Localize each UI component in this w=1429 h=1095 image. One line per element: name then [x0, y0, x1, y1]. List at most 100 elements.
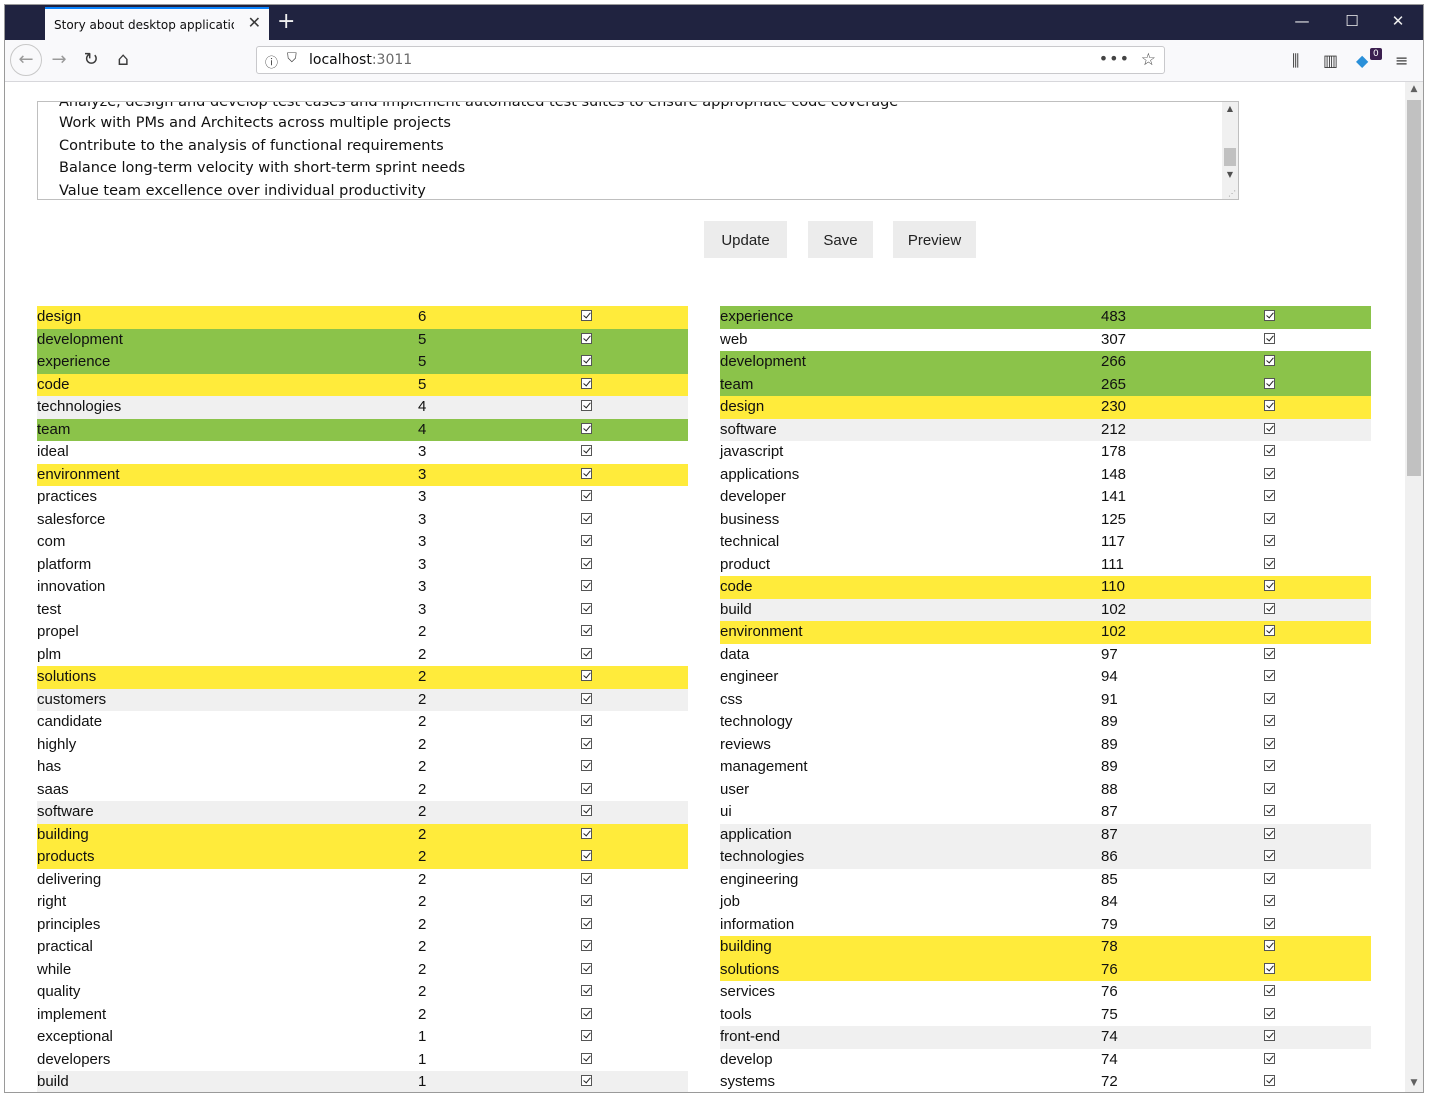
keyword-checkbox[interactable]	[1264, 692, 1275, 704]
keyword-checkbox[interactable]	[581, 445, 592, 456]
keyword-checkbox[interactable]	[1264, 985, 1275, 996]
keyword-checkbox[interactable]	[1264, 557, 1275, 569]
maximize-icon[interactable]: ☐	[1337, 11, 1367, 31]
keyword-checkbox[interactable]	[581, 760, 592, 771]
keyword-checkbox[interactable]	[581, 670, 592, 681]
keyword-checkbox[interactable]	[581, 355, 592, 366]
extension-icon[interactable]: ◆	[1356, 51, 1368, 70]
forward-icon[interactable]: →	[45, 46, 73, 74]
keyword-checkbox[interactable]	[581, 715, 592, 726]
keyword-checkbox[interactable]	[1264, 850, 1275, 861]
keyword-checkbox[interactable]	[1264, 422, 1275, 434]
keyword-checkbox[interactable]	[581, 692, 592, 704]
keyword-checkbox[interactable]	[581, 805, 592, 816]
info-icon[interactable]: ⓘ	[265, 52, 278, 71]
keyword-checkbox[interactable]	[1264, 940, 1275, 951]
keyword-checkbox[interactable]	[1264, 400, 1275, 411]
library-icon[interactable]: ⫼	[1292, 51, 1299, 71]
keyword-checkbox[interactable]	[1264, 625, 1275, 636]
keyword-checkbox[interactable]	[1264, 1030, 1275, 1041]
keyword-checkbox[interactable]	[1264, 602, 1275, 614]
keyword-checkbox[interactable]	[581, 400, 592, 411]
scroll-up-icon[interactable]: ▲	[1222, 104, 1238, 113]
keyword-checkbox[interactable]	[581, 490, 592, 501]
keyword-checkbox[interactable]	[581, 422, 592, 434]
page-scroll-thumb[interactable]	[1407, 100, 1421, 476]
keyword-checkbox[interactable]	[581, 512, 592, 524]
minimize-icon[interactable]: —	[1287, 11, 1317, 31]
keyword-checkbox[interactable]	[1264, 445, 1275, 456]
new-tab-icon[interactable]: +	[277, 9, 295, 35]
keyword-checkbox[interactable]	[1264, 467, 1275, 479]
keyword-checkbox[interactable]	[581, 377, 592, 389]
home-icon[interactable]: ⌂	[109, 46, 137, 74]
keyword-checkbox[interactable]	[1264, 535, 1275, 546]
back-icon[interactable]: ←	[10, 44, 42, 76]
page-actions-icon[interactable]: •••	[1099, 49, 1130, 68]
keyword-checkbox[interactable]	[1264, 647, 1275, 659]
url-text[interactable]: localhost:3011	[309, 52, 412, 68]
keyword-checkbox[interactable]	[581, 557, 592, 569]
keyword-checkbox[interactable]	[1264, 332, 1275, 344]
keyword-checkbox[interactable]	[581, 467, 592, 479]
keyword-checkbox[interactable]	[581, 535, 592, 546]
keyword-checkbox[interactable]	[581, 737, 592, 749]
textarea-scroll-thumb[interactable]	[1224, 148, 1236, 166]
keyword-checkbox[interactable]	[1264, 580, 1275, 591]
keyword-checkbox[interactable]	[581, 580, 592, 591]
tab-close-icon[interactable]: ✕	[248, 14, 261, 32]
keyword-checkbox[interactable]	[581, 310, 592, 321]
keyword-checkbox[interactable]	[581, 625, 592, 636]
keyword-checkbox[interactable]	[1264, 760, 1275, 771]
keyword-checkbox[interactable]	[581, 827, 592, 839]
keyword-checkbox[interactable]	[1264, 310, 1275, 321]
keyword-checkbox[interactable]	[1264, 1007, 1275, 1019]
keyword-checkbox[interactable]	[581, 647, 592, 659]
keyword-checkbox[interactable]	[581, 962, 592, 974]
keyword-checkbox[interactable]	[581, 850, 592, 861]
sidebar-icon[interactable]: ▥	[1323, 51, 1338, 70]
keyword-checkbox[interactable]	[581, 1030, 592, 1041]
keyword-checkbox[interactable]	[581, 985, 592, 996]
keyword-checkbox[interactable]	[581, 895, 592, 906]
keyword-checkbox[interactable]	[1264, 1075, 1275, 1086]
update-button[interactable]: Update	[704, 221, 787, 258]
keyword-checkbox[interactable]	[581, 872, 592, 884]
preview-button[interactable]: Preview	[893, 221, 976, 258]
keyword-checkbox[interactable]	[1264, 715, 1275, 726]
page-scroll-down-icon[interactable]: ▼	[1405, 1078, 1423, 1088]
keyword-checkbox[interactable]	[581, 940, 592, 951]
keyword-checkbox[interactable]	[581, 602, 592, 614]
keyword-checkbox[interactable]	[1264, 670, 1275, 681]
page-scroll-up-icon[interactable]: ▲	[1405, 84, 1423, 94]
textarea-scrollbar[interactable]: ▲ ▼	[1222, 102, 1238, 199]
menu-icon[interactable]: ≡	[1395, 51, 1408, 70]
keyword-checkbox[interactable]	[1264, 805, 1275, 816]
resize-grip-icon[interactable]: ⋰	[1228, 189, 1236, 198]
close-window-icon[interactable]: ✕	[1383, 11, 1413, 31]
url-bar[interactable]: ⓘ ⛉ localhost:3011 ••• ☆	[256, 46, 1165, 74]
keyword-checkbox[interactable]	[581, 917, 592, 929]
page-scrollbar[interactable]: ▲ ▼	[1405, 82, 1423, 1092]
keyword-checkbox[interactable]	[581, 332, 592, 344]
keyword-checkbox[interactable]	[1264, 827, 1275, 839]
keyword-checkbox[interactable]	[1264, 917, 1275, 929]
keyword-checkbox[interactable]	[1264, 377, 1275, 389]
keyword-checkbox[interactable]	[581, 1075, 592, 1086]
responsibilities-textarea[interactable]: Analyze, design and develop test cases a…	[37, 101, 1239, 200]
bookmark-star-icon[interactable]: ☆	[1141, 50, 1156, 70]
keyword-checkbox[interactable]	[1264, 895, 1275, 906]
keyword-checkbox[interactable]	[1264, 355, 1275, 366]
scroll-down-icon[interactable]: ▼	[1222, 170, 1238, 179]
keyword-checkbox[interactable]	[1264, 1052, 1275, 1064]
keyword-checkbox[interactable]	[1264, 782, 1275, 794]
keyword-checkbox[interactable]	[1264, 737, 1275, 749]
keyword-checkbox[interactable]	[1264, 962, 1275, 974]
keyword-checkbox[interactable]	[1264, 490, 1275, 501]
keyword-checkbox[interactable]	[581, 782, 592, 794]
keyword-checkbox[interactable]	[1264, 872, 1275, 884]
shield-icon[interactable]: ⛉	[287, 51, 297, 66]
browser-tab[interactable]: Story about desktop application... ✕	[45, 7, 269, 40]
keyword-checkbox[interactable]	[581, 1007, 592, 1019]
save-button[interactable]: Save	[808, 221, 873, 258]
